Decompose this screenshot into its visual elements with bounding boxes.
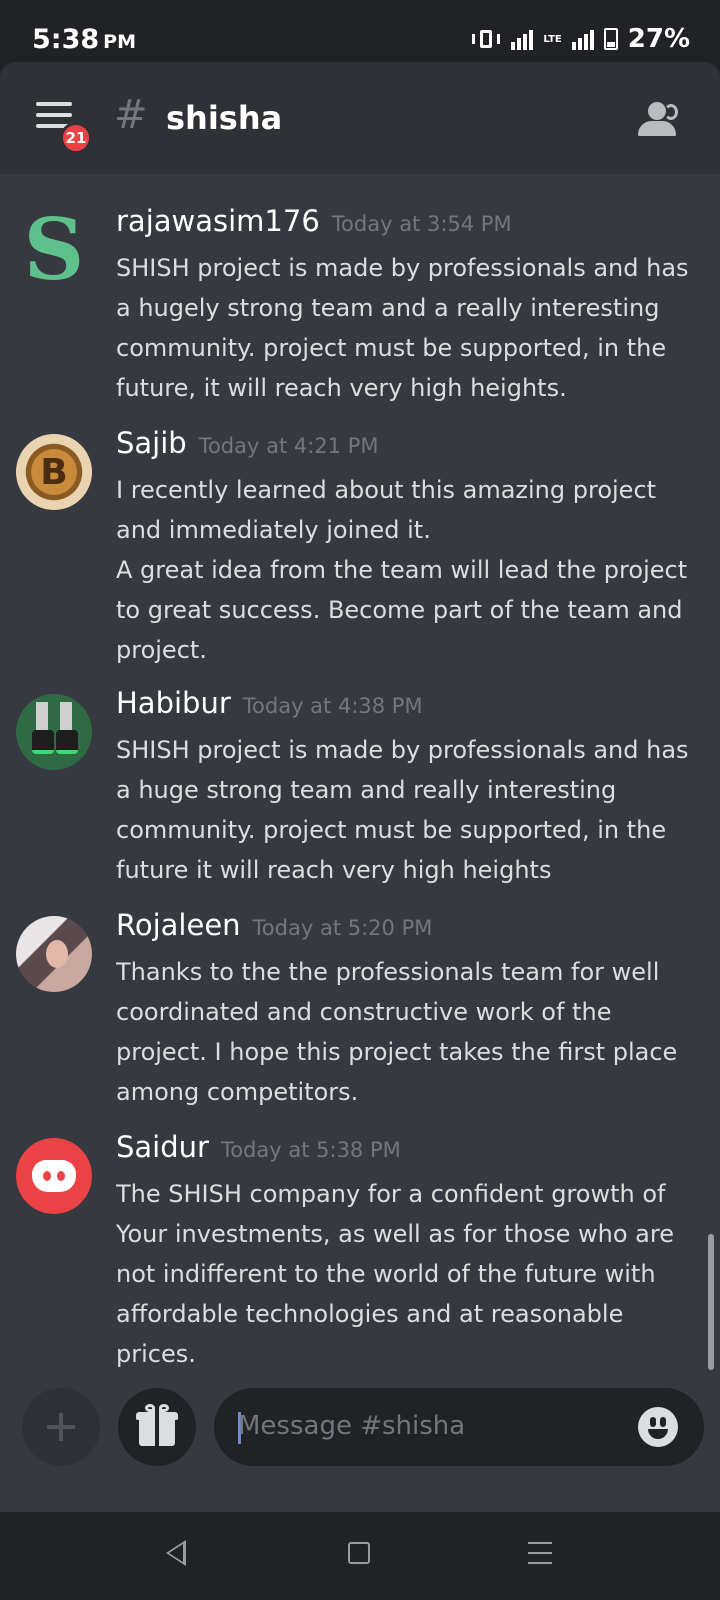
message-body: SHISH project is made by professionals a… xyxy=(116,248,704,408)
message-timestamp: Today at 4:38 PM xyxy=(242,694,423,718)
sneakers-avatar[interactable] xyxy=(16,694,92,770)
back-triangle-icon[interactable] xyxy=(166,1540,186,1566)
author-name[interactable]: Sajib xyxy=(116,426,187,460)
message-input-placeholder: Message #shisha xyxy=(238,1411,466,1441)
message-text: SHISH project is made by professionals a… xyxy=(116,254,689,402)
author-name[interactable]: Saidur xyxy=(116,1130,209,1164)
members-icon[interactable] xyxy=(636,102,680,136)
message-author[interactable]: Rojaleen Today at 5:20 PM xyxy=(116,908,432,942)
message-input[interactable]: Message #shisha xyxy=(214,1388,704,1466)
scrollbar[interactable] xyxy=(708,1234,714,1370)
message-body: SHISH project is made by professionals a… xyxy=(116,730,704,890)
message-text: SHISH project is made by professionals a… xyxy=(116,736,689,884)
author-name[interactable]: rajawasim176 xyxy=(116,204,320,238)
channel-hash-icon: # xyxy=(114,92,148,138)
discord-default-avatar[interactable] xyxy=(16,1138,92,1214)
message-text: Thanks to the the professionals team for… xyxy=(116,958,678,1106)
bitcoin-coin-avatar[interactable]: B xyxy=(16,434,92,510)
channel-header: 21 # shisha xyxy=(0,62,720,174)
message-timestamp: Today at 3:54 PM xyxy=(331,212,512,236)
message-timestamp: Today at 5:38 PM xyxy=(220,1138,401,1162)
vibrate-icon xyxy=(471,28,501,50)
notification-badge: 21 xyxy=(60,122,92,154)
system-nav-bar xyxy=(0,1512,720,1600)
message-list: S rajawasim176 Today at 3:54 PM SHISH pro… xyxy=(0,174,720,1374)
lte-label: LTE xyxy=(543,33,562,45)
letter-s-avatar[interactable]: S xyxy=(16,212,92,288)
message-author[interactable]: Habibur Today at 4:38 PM xyxy=(116,686,423,720)
message-text: A great idea from the team will lead the… xyxy=(116,556,688,664)
photo-avatar[interactable] xyxy=(16,916,92,992)
status-icons: LTE 27% xyxy=(471,24,690,54)
message-body: I recently learned about this amazing pr… xyxy=(116,470,704,670)
battery-percent: 27% xyxy=(627,24,690,54)
author-name[interactable]: Habibur xyxy=(116,686,231,720)
home-square-icon[interactable] xyxy=(348,1542,370,1564)
recent-apps-icon[interactable] xyxy=(528,1542,552,1564)
message-timestamp: Today at 4:21 PM xyxy=(198,434,379,458)
message-author[interactable]: Saidur Today at 5:38 PM xyxy=(116,1130,401,1164)
status-time-ampm: PM xyxy=(103,31,137,53)
avatar-letter: B xyxy=(40,451,68,493)
message-body: Thanks to the the professionals team for… xyxy=(116,952,704,1112)
author-name[interactable]: Rojaleen xyxy=(116,908,241,942)
status-bar: 5:38 PM LTE 27% xyxy=(0,0,720,66)
avatar-letter: S xyxy=(23,212,85,288)
plus-icon[interactable] xyxy=(22,1388,100,1466)
gift-icon[interactable] xyxy=(118,1388,196,1466)
message-timestamp: Today at 5:20 PM xyxy=(252,916,433,940)
channel-name[interactable]: shisha xyxy=(166,99,282,137)
battery-icon xyxy=(603,28,618,50)
app-window: 21 # shisha S rajawasim176 Today at 3:54 … xyxy=(0,62,720,1512)
status-time-value: 5:38 xyxy=(32,24,100,55)
message-text: The SHISH company for a confident growth… xyxy=(116,1180,674,1368)
message-text: I recently learned about this amazing pr… xyxy=(116,476,657,544)
message-body: The SHISH company for a confident growth… xyxy=(116,1174,704,1374)
message-author[interactable]: Sajib Today at 4:21 PM xyxy=(116,426,379,460)
emoji-icon[interactable] xyxy=(638,1407,678,1447)
signal-icon xyxy=(511,28,534,50)
message-author[interactable]: rajawasim176 Today at 3:54 PM xyxy=(116,204,512,238)
signal-icon-2 xyxy=(571,28,594,50)
composer: Message #shisha xyxy=(0,1374,720,1512)
status-time: 5:38 PM xyxy=(32,24,136,55)
